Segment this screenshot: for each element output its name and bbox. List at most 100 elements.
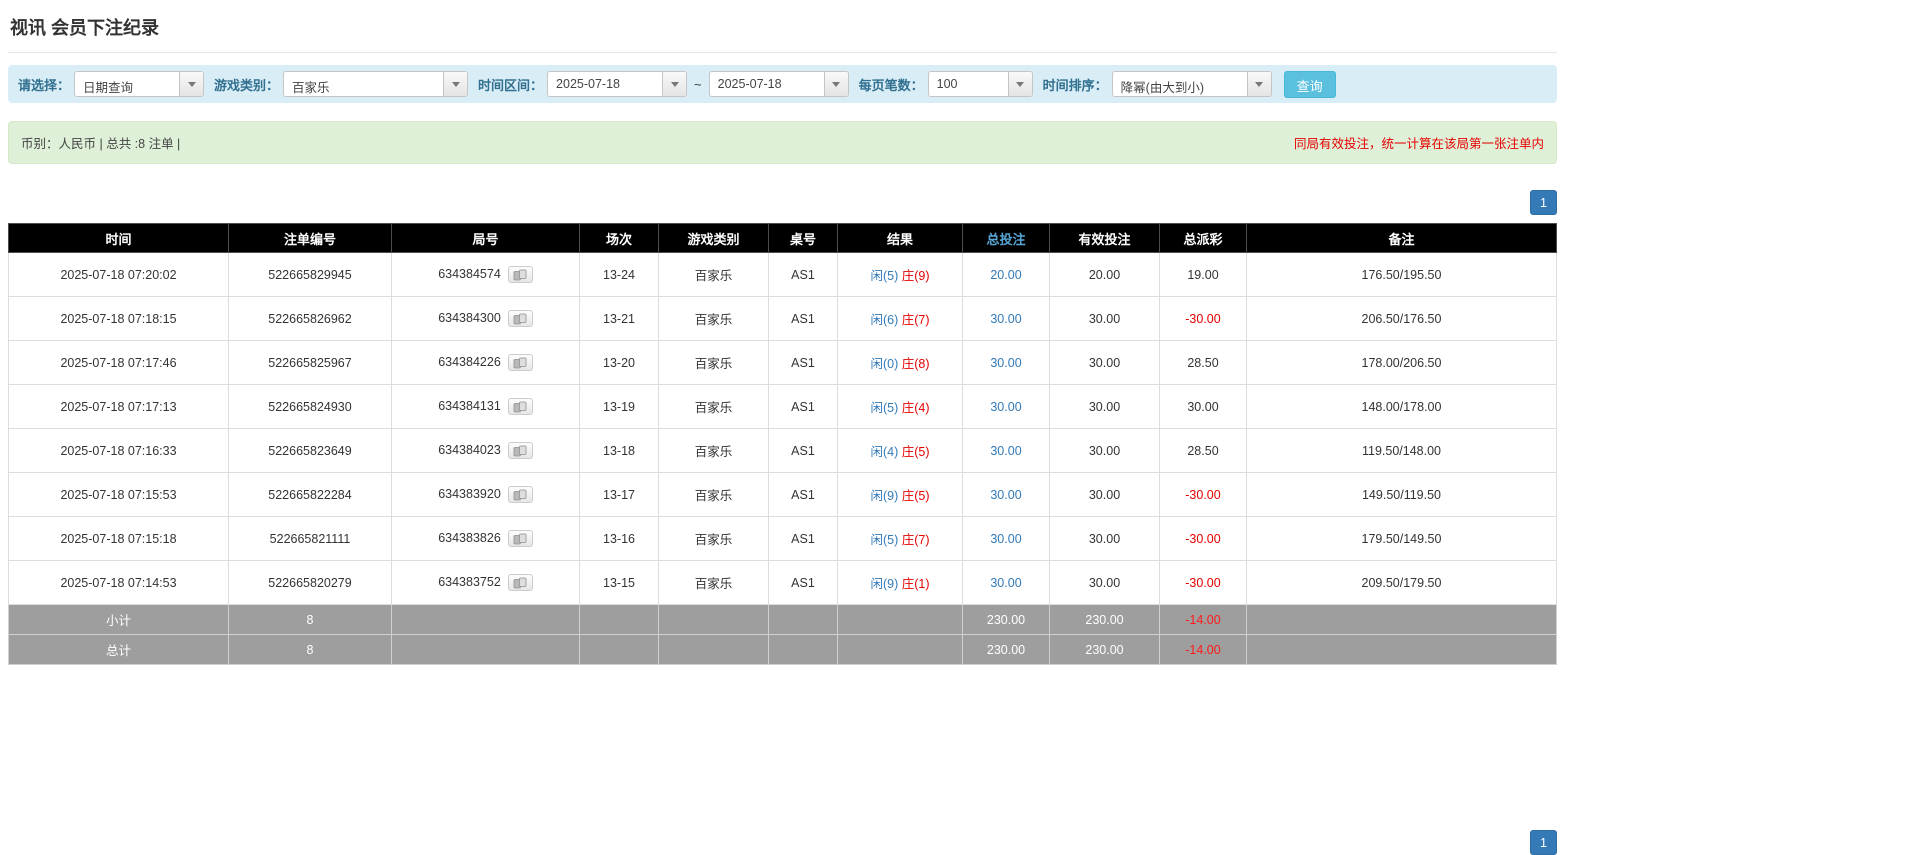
result-player: 闲(4): [870, 445, 899, 459]
video-result-icon: [513, 489, 527, 501]
table-no-cell: AS1: [768, 384, 838, 429]
total-bet-link[interactable]: 30.00: [990, 532, 1021, 546]
game-type-label: 游戏类别：: [214, 77, 280, 93]
filter-bar: 请选择： 日期查询 游戏类别： 百家乐 时间区间： 2025-07-18 ~ 2…: [8, 65, 1557, 103]
page-size-caret-button[interactable]: [1007, 72, 1032, 96]
total-bet-link[interactable]: 30.00: [990, 488, 1021, 502]
query-type-caret-button[interactable]: [179, 72, 204, 96]
date-from-select[interactable]: 2025-07-18: [547, 71, 688, 97]
round-result-button[interactable]: [507, 398, 533, 415]
game-type-cell: 百家乐: [658, 428, 769, 473]
result-banker: 庄(7): [901, 313, 930, 327]
round-result-button[interactable]: [507, 310, 533, 327]
result-player: 闲(6): [870, 313, 899, 327]
date-from-caret-button[interactable]: [662, 72, 687, 96]
video-result-icon: [513, 577, 527, 589]
subtotal-row: 小计 8 230.00 230.00 -14.00: [8, 604, 1557, 635]
empty-cell: [1246, 604, 1557, 635]
game-type-cell: 百家乐: [658, 252, 769, 297]
col-header-result: 结果: [837, 223, 963, 253]
empty-cell: [579, 634, 659, 665]
video-result-icon: [513, 533, 527, 545]
page-1-button[interactable]: 1: [1530, 190, 1557, 215]
time-cell: 2025-07-18 07:15:53: [8, 472, 229, 517]
col-header-bet-id: 注单编号: [228, 223, 392, 253]
result-cell: 闲(5) 庄(7): [837, 516, 963, 561]
subtotal-label: 小计: [8, 604, 229, 635]
table-row: 2025-07-18 07:14:53 522665820279 634383752…: [8, 560, 1557, 605]
total-bet-link[interactable]: 20.00: [990, 268, 1021, 282]
table-no-cell: AS1: [768, 560, 838, 605]
valid-bet-note-text: 同局有效投注，统一计算在该局第一张注单内: [1293, 137, 1544, 151]
chevron-down-icon: [451, 81, 460, 87]
round-result-button[interactable]: [507, 442, 533, 459]
remark-cell: 178.00/206.50: [1246, 340, 1557, 385]
payout-cell: -30.00: [1159, 296, 1247, 341]
video-result-icon: [513, 313, 527, 325]
page: 视讯 会员下注纪录 请选择： 日期查询 游戏类别： 百家乐 时间区间： 2025…: [0, 0, 1557, 855]
page-size-value: 100: [936, 77, 958, 91]
result-cell: 闲(5) 庄(9): [837, 252, 963, 297]
page-size-select[interactable]: 100: [927, 71, 1033, 97]
total-bet-cell: 30.00: [962, 472, 1050, 517]
table-no-cell: AS1: [768, 472, 838, 517]
round-number: 634383752: [438, 574, 501, 589]
table-row: 2025-07-18 07:17:13 522665824930 634384131…: [8, 384, 1557, 429]
col-header-game-type: 游戏类别: [658, 223, 769, 253]
time-cell: 2025-07-18 07:17:13: [8, 384, 229, 429]
search-button[interactable]: 查询: [1283, 70, 1336, 98]
time-cell: 2025-07-18 07:15:18: [8, 516, 229, 561]
empty-cell: [768, 634, 838, 665]
payout-cell: 30.00: [1159, 384, 1247, 429]
payout-cell: -30.00: [1159, 560, 1247, 605]
result-player: 闲(9): [870, 489, 899, 503]
date-to-caret-button[interactable]: [823, 72, 848, 96]
time-range-label: 时间区间：: [478, 77, 544, 93]
total-bet-link[interactable]: 30.00: [990, 356, 1021, 370]
remark-cell: 176.50/195.50: [1246, 252, 1557, 297]
table-body: 2025-07-18 07:20:02 522665829945 634384574…: [8, 252, 1557, 605]
total-bet-link[interactable]: 30.00: [990, 444, 1021, 458]
round-result-button[interactable]: [507, 266, 533, 283]
page-1-button[interactable]: 1: [1530, 830, 1557, 855]
round-result-button[interactable]: [507, 574, 533, 591]
round-result-button[interactable]: [507, 486, 533, 503]
total-bet-link[interactable]: 30.00: [990, 576, 1021, 590]
round-result-button[interactable]: [507, 530, 533, 547]
col-header-payout: 总派彩: [1159, 223, 1247, 253]
table-row: 2025-07-18 07:17:46 522665825967 634384226…: [8, 340, 1557, 385]
table-row: 2025-07-18 07:15:53 522665822284 634383920…: [8, 472, 1557, 517]
round-result-button[interactable]: [507, 354, 533, 371]
time-cell: 2025-07-18 07:16:33: [8, 428, 229, 473]
payout-cell: -30.00: [1159, 472, 1247, 517]
select-type-label: 请选择：: [18, 77, 71, 93]
query-type-select[interactable]: 日期查询: [74, 71, 205, 97]
time-sort-value: 降幂(由大到小): [1120, 81, 1204, 95]
game-type-select[interactable]: 百家乐: [283, 71, 469, 97]
total-valid-bet: 230.00: [1049, 634, 1160, 665]
date-to-select[interactable]: 2025-07-18: [708, 71, 849, 97]
remark-cell: 209.50/179.50: [1246, 560, 1557, 605]
result-cell: 闲(6) 庄(7): [837, 296, 963, 341]
total-bet-link[interactable]: 30.00: [990, 312, 1021, 326]
time-cell: 2025-07-18 07:18:15: [8, 296, 229, 341]
session-cell: 13-17: [579, 472, 659, 517]
result-player: 闲(5): [870, 533, 899, 547]
total-bet-link[interactable]: 30.00: [990, 400, 1021, 414]
table-summary: 小计 8 230.00 230.00 -14.00 总计 8 230.00 23…: [8, 604, 1557, 665]
time-sort-select[interactable]: 降幂(由大到小): [1111, 71, 1272, 97]
result-cell: 闲(4) 庄(5): [837, 428, 963, 473]
time-sort-caret-button[interactable]: [1246, 72, 1271, 96]
pagination-bottom: 1: [8, 830, 1557, 855]
date-to-value: 2025-07-18: [717, 77, 782, 91]
result-cell: 闲(5) 庄(4): [837, 384, 963, 429]
date-range-separator: ~: [694, 76, 702, 92]
table-row: 2025-07-18 07:16:33 522665823649 634384023…: [8, 428, 1557, 473]
round-number: 634384131: [438, 398, 501, 413]
subtotal-valid-bet: 230.00: [1049, 604, 1160, 635]
empty-cell: [837, 634, 963, 665]
bet-id-cell: 522665829945: [228, 252, 392, 297]
session-cell: 13-24: [579, 252, 659, 297]
subtotal-payout: -14.00: [1159, 604, 1247, 635]
game-type-caret-button[interactable]: [443, 72, 468, 96]
